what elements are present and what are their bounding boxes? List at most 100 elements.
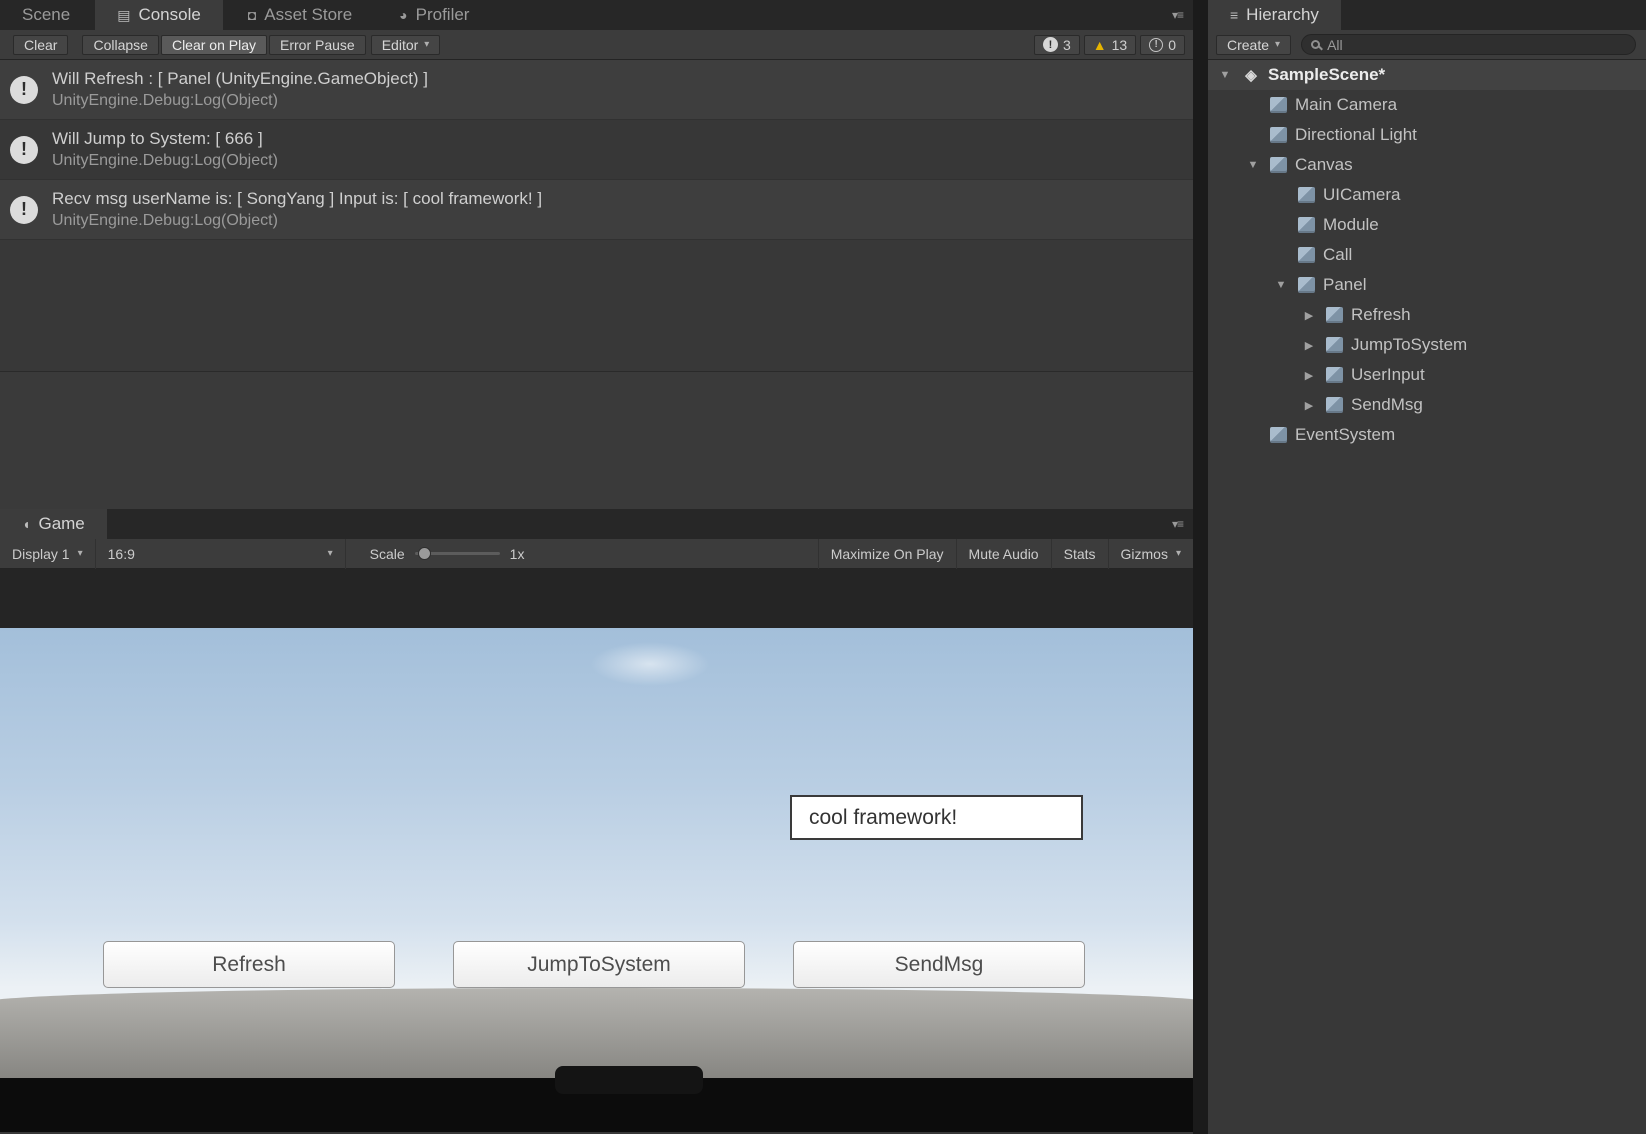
panel-menu-icon[interactable]: ▾≡ bbox=[1172, 517, 1184, 531]
refresh-button[interactable]: Refresh bbox=[103, 941, 395, 988]
bottom-cut-element bbox=[555, 1066, 703, 1094]
stats-toggle[interactable]: Stats bbox=[1050, 538, 1108, 569]
hierarchy-item-samplescene[interactable]: ▼ ◈ SampleScene* bbox=[1208, 60, 1646, 90]
hierarchy-item-userinput[interactable]: ▶ UserInput bbox=[1208, 360, 1646, 390]
scale-label: Scale bbox=[369, 545, 405, 562]
hierarchy-item-label: Panel bbox=[1323, 275, 1367, 294]
search-filter-value: All bbox=[1327, 36, 1343, 53]
error-icon: ! bbox=[1149, 37, 1164, 52]
tab-scene-label: Scene bbox=[22, 5, 71, 24]
chevron-down-icon: ▾ bbox=[77, 548, 83, 559]
panel-menu-icon[interactable]: ▾≡ bbox=[1172, 8, 1184, 22]
console-log-list: ! Will Refresh : [ Panel (UnityEngine.Gam… bbox=[0, 60, 1193, 371]
warning-count-toggle[interactable]: ▲ 13 bbox=[1083, 34, 1137, 55]
gameobject-cube-icon bbox=[1326, 397, 1343, 413]
collapse-label: Collapse bbox=[93, 36, 148, 53]
pane-divider[interactable] bbox=[1193, 0, 1208, 1134]
create-dropdown-label: Create bbox=[1227, 36, 1270, 53]
console-toolbar: Clear Collapse Clear on Play Error Pause… bbox=[0, 30, 1193, 60]
log-info-icon: ! bbox=[10, 195, 38, 224]
scale-value: 1x bbox=[509, 545, 525, 562]
gameobject-cube-icon bbox=[1298, 277, 1315, 293]
info-log-icon: ! bbox=[1042, 37, 1058, 52]
gameobject-cube-icon bbox=[1326, 337, 1343, 353]
aspect-ratio-dropdown[interactable]: 16:9 ▾ bbox=[96, 538, 346, 569]
jump-to-system-button-label: JumpToSystem bbox=[527, 952, 671, 976]
hierarchy-item-panel[interactable]: ▼ Panel bbox=[1208, 270, 1646, 300]
hierarchy-item-label: Main Camera bbox=[1295, 95, 1398, 114]
hierarchy-item-label: UICamera bbox=[1323, 185, 1401, 204]
mute-audio-toggle[interactable]: Mute Audio bbox=[955, 538, 1051, 569]
hierarchy-item-label: Canvas bbox=[1295, 155, 1353, 174]
hierarchy-item-module[interactable]: Module bbox=[1208, 210, 1646, 240]
log-entry[interactable]: ! Recv msg userName is: [ SongYang ] Inpu… bbox=[0, 180, 1193, 240]
bottom-strip bbox=[0, 1066, 1193, 1132]
game-toolbar-right: Maximize On Play Mute Audio Stats Gizmos… bbox=[817, 538, 1193, 569]
stats-label: Stats bbox=[1063, 545, 1096, 562]
error-pause-label: Error Pause bbox=[280, 36, 355, 53]
tree-collapsed-icon[interactable]: ▶ bbox=[1300, 309, 1318, 322]
hierarchy-tab-icon: ≡ bbox=[1230, 7, 1239, 23]
hierarchy-item-call[interactable]: Call bbox=[1208, 240, 1646, 270]
scale-slider[interactable] bbox=[414, 547, 500, 560]
unity-scene-icon: ◈ bbox=[1245, 67, 1257, 84]
collapse-toggle[interactable]: Collapse bbox=[82, 34, 159, 55]
hierarchy-item-label: Call bbox=[1323, 245, 1353, 264]
scale-slider-knob[interactable] bbox=[417, 547, 431, 560]
console-pane-tabbar: Scene ▤ Console ◘ Asset Store ◕ Profiler… bbox=[0, 0, 1193, 30]
clear-on-play-toggle[interactable]: Clear on Play bbox=[160, 34, 267, 55]
tab-hierarchy[interactable]: ≡ Hierarchy bbox=[1208, 0, 1341, 30]
hierarchy-item-main-camera[interactable]: Main Camera bbox=[1208, 90, 1646, 120]
tab-profiler[interactable]: ◕ Profiler bbox=[377, 0, 491, 30]
error-pause-toggle[interactable]: Error Pause bbox=[269, 34, 366, 55]
log-entry[interactable]: ! Will Jump to System: [ 666 ] UnityEngine… bbox=[0, 120, 1193, 180]
log-info-icon: ! bbox=[10, 75, 38, 104]
hierarchy-item-label: UserInput bbox=[1351, 365, 1425, 384]
game-pane-tabbar: ◖ Game ▾≡ bbox=[0, 509, 1193, 539]
tree-collapsed-icon[interactable]: ▶ bbox=[1300, 369, 1318, 382]
warning-count: 13 bbox=[1111, 36, 1128, 53]
log-text: Recv msg userName is: [ SongYang ] Input… bbox=[52, 189, 542, 230]
maximize-on-play-toggle[interactable]: Maximize On Play bbox=[817, 538, 956, 569]
hierarchy-item-jumptosystem[interactable]: ▶ JumpToSystem bbox=[1208, 330, 1646, 360]
log-entry[interactable]: ! Will Refresh : [ Panel (UnityEngine.Gam… bbox=[0, 60, 1193, 120]
editor-dropdown-label: Editor bbox=[381, 36, 419, 53]
asset-store-icon: ◘ bbox=[247, 7, 257, 23]
hierarchy-item-label: EventSystem bbox=[1295, 425, 1396, 444]
tab-game[interactable]: ◖ Game bbox=[0, 509, 107, 539]
tree-collapsed-icon[interactable]: ▶ bbox=[1300, 399, 1318, 412]
game-viewport: cool framework! Refresh JumpToSystem Sen… bbox=[0, 628, 1193, 1078]
tab-console-label: Console bbox=[138, 5, 201, 24]
send-msg-button[interactable]: SendMsg bbox=[793, 941, 1085, 988]
hierarchy-search-input[interactable]: All bbox=[1301, 34, 1636, 55]
user-input-field[interactable]: cool framework! bbox=[790, 795, 1083, 840]
tree-expanded-icon[interactable]: ▼ bbox=[1272, 279, 1290, 291]
jump-to-system-button[interactable]: JumpToSystem bbox=[453, 941, 745, 988]
clear-button[interactable]: Clear bbox=[13, 34, 69, 55]
tab-scene[interactable]: Scene bbox=[0, 0, 92, 30]
error-count: 0 bbox=[1168, 36, 1176, 53]
display-dropdown[interactable]: Display 1 ▾ bbox=[0, 538, 96, 569]
hierarchy-item-refresh[interactable]: ▶ Refresh bbox=[1208, 300, 1646, 330]
hierarchy-item-sendmsg[interactable]: ▶ SendMsg bbox=[1208, 390, 1646, 420]
tree-collapsed-icon[interactable]: ▶ bbox=[1300, 339, 1318, 352]
gameobject-cube-icon bbox=[1298, 247, 1315, 263]
gizmos-dropdown[interactable]: Gizmos ▾ bbox=[1107, 538, 1193, 569]
info-count-toggle[interactable]: ! 3 bbox=[1033, 34, 1080, 55]
tab-console[interactable]: ▤ Console bbox=[95, 0, 223, 30]
editor-dropdown[interactable]: Editor ▾ bbox=[370, 34, 441, 55]
hierarchy-item-eventsystem[interactable]: EventSystem bbox=[1208, 420, 1646, 450]
tab-asset-store[interactable]: ◘ Asset Store bbox=[226, 0, 374, 30]
create-dropdown[interactable]: Create ▾ bbox=[1216, 34, 1292, 55]
chevron-down-icon: ▾ bbox=[1175, 548, 1181, 559]
hierarchy-item-uicamera[interactable]: UICamera bbox=[1208, 180, 1646, 210]
gameobject-cube-icon bbox=[1270, 97, 1287, 113]
tree-expanded-icon[interactable]: ▼ bbox=[1244, 159, 1262, 171]
hierarchy-item-canvas[interactable]: ▼ Canvas bbox=[1208, 150, 1646, 180]
log-text: Will Refresh : [ Panel (UnityEngine.Game… bbox=[52, 69, 428, 110]
hierarchy-item-directional-light[interactable]: Directional Light bbox=[1208, 120, 1646, 150]
error-count-toggle[interactable]: ! 0 bbox=[1140, 34, 1185, 55]
tree-expanded-icon[interactable]: ▼ bbox=[1216, 69, 1234, 81]
refresh-button-label: Refresh bbox=[212, 952, 286, 976]
game-toolbar: Display 1 ▾ 16:9 ▾ Scale 1x Maximize On … bbox=[0, 538, 1193, 569]
